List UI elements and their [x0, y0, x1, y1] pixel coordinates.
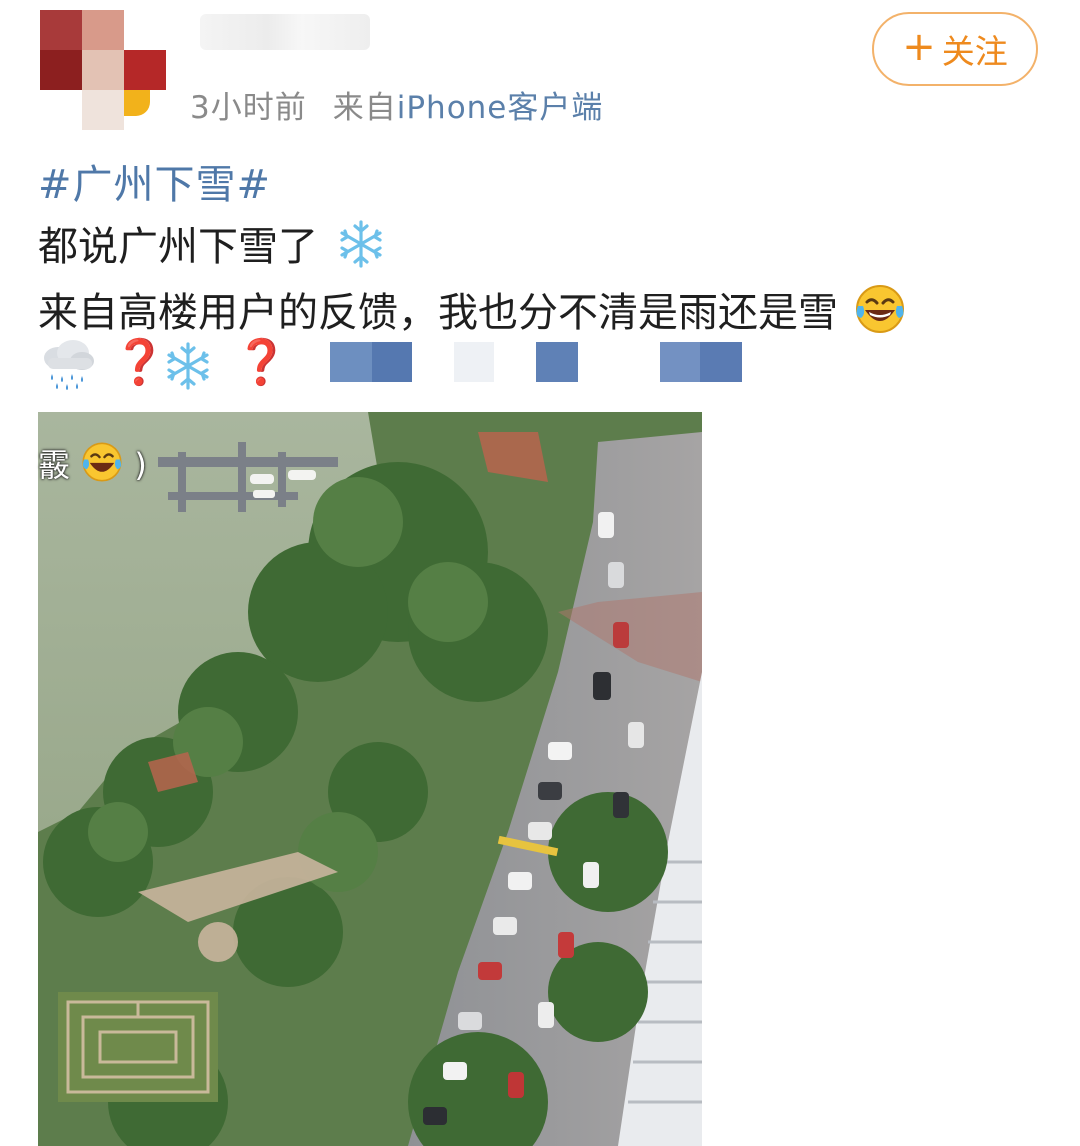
post-meta: 3小时前 来自iPhone客户端 [190, 82, 603, 127]
post-text-1: 都说广州下雪了 [38, 224, 318, 270]
snowflake-icon [340, 220, 382, 268]
overlay-suffix: ) [134, 446, 147, 484]
image-overlay-caption: 霰 ) [38, 440, 147, 486]
post-time: 3小时前 [190, 90, 307, 126]
laughing-tears-emoji [82, 442, 122, 482]
follow-button[interactable]: + 关注 [872, 12, 1038, 86]
post-text-line-1: 都说广州下雪了 [38, 214, 387, 272]
plus-icon: + [902, 24, 936, 70]
username-blurred[interactable] [200, 14, 370, 50]
hashtag-link[interactable]: #广州下雪# [38, 152, 271, 210]
source-from-label: 来自 [332, 90, 397, 126]
post-text-line-2: 来自高楼用户的反馈，我也分不清是雨还是雪 [38, 280, 907, 338]
rain-cloud-emoji [44, 340, 94, 390]
snowflake-icon [167, 342, 209, 390]
laughing-tears-emoji [855, 285, 904, 333]
post-source[interactable]: iPhone客户端 [397, 90, 604, 126]
follow-label: 关注 [941, 32, 1008, 71]
aerial-street-photo[interactable] [38, 412, 702, 1146]
post-text-2: 来自高楼用户的反馈，我也分不清是雨还是雪 [38, 290, 838, 336]
overlay-text: 霰 [38, 446, 71, 484]
question-mark-icon: ❓ [234, 337, 289, 388]
question-mark-icon: ❓ [112, 337, 167, 388]
avatar[interactable] [40, 10, 166, 130]
